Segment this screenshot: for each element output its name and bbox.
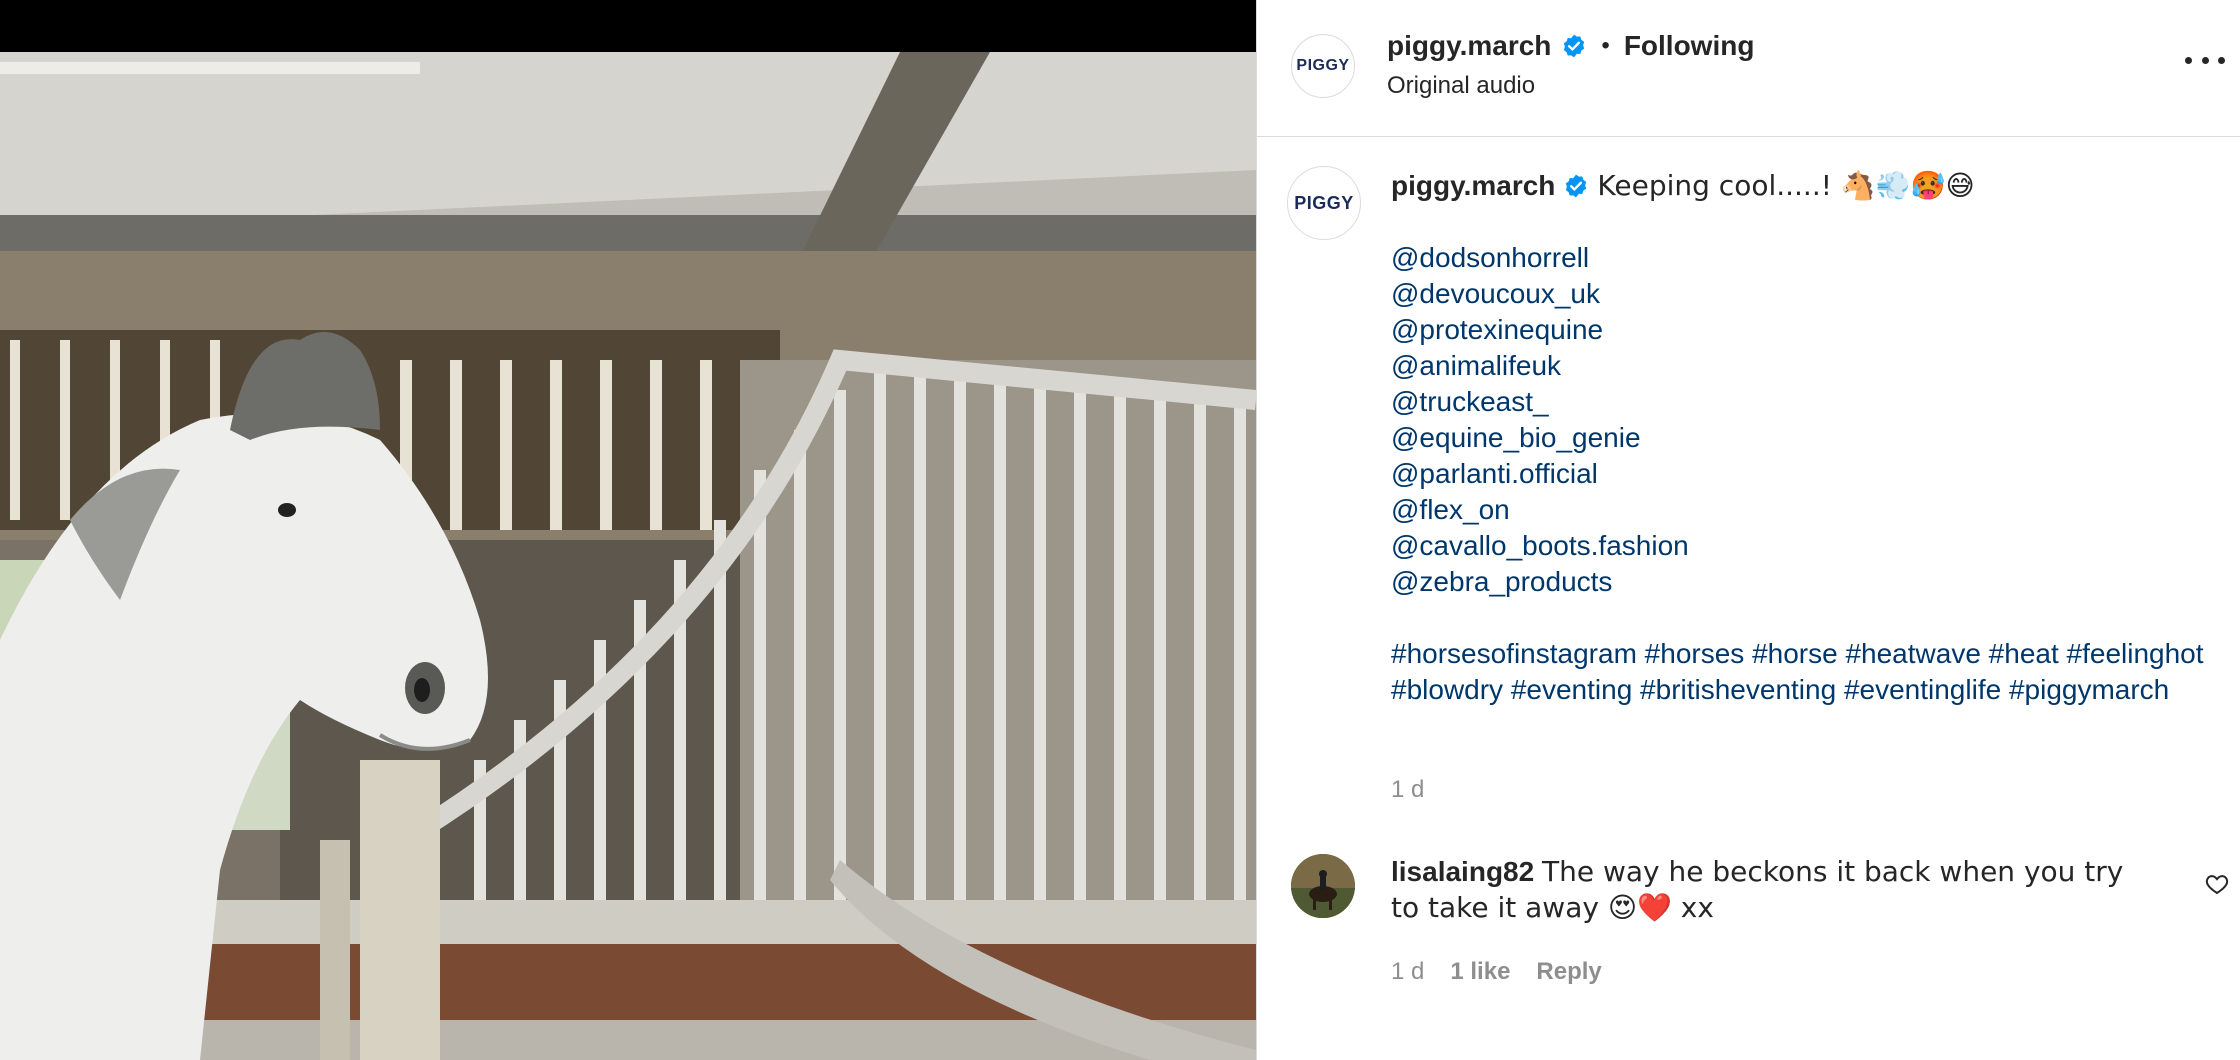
video-frame (0, 0, 1256, 1060)
mention-link[interactable]: @protexinequine (1391, 312, 2211, 348)
commenter-username[interactable]: lisalaing82 (1391, 856, 1534, 887)
following-button[interactable]: Following (1624, 30, 1755, 62)
mention-link[interactable]: @cavallo_boots.fashion (1391, 528, 2211, 564)
reply-button[interactable]: Reply (1536, 958, 1601, 986)
comment-meta: 1 d 1 like Reply (1391, 958, 1602, 986)
caption-text: Keeping cool.....! 🐴💨🥵😅 (1597, 169, 1975, 202)
post-header: PIGGY piggy.march • Following Original a… (1257, 0, 2240, 137)
verified-badge-icon (1566, 174, 1587, 198)
piggy-logo: PIGGY (1294, 192, 1354, 213)
commenter-photo (1291, 854, 1355, 918)
post-timestamp[interactable]: 1 d (1391, 776, 1424, 804)
mention-link[interactable]: @truckeast_ (1391, 384, 2211, 420)
mentions-list: @dodsonhorrell @devoucoux_uk @protexineq… (1391, 240, 2211, 600)
mention-link[interactable]: @parlanti.official (1391, 456, 2211, 492)
original-audio-link[interactable]: Original audio (1387, 72, 1535, 100)
mention-link[interactable]: @flex_on (1391, 492, 2211, 528)
caption-author-avatar[interactable]: PIGGY (1287, 166, 1361, 240)
hashtags[interactable]: #horsesofinstagram #horses #horse #heatw… (1391, 636, 2211, 708)
caption-first-line: piggy.march Keeping cool.....! 🐴💨🥵😅 (1391, 168, 2211, 204)
mention-link[interactable]: @dodsonhorrell (1391, 240, 2211, 276)
reel-video[interactable] (0, 0, 1256, 1060)
author-username[interactable]: piggy.march (1387, 30, 1551, 62)
mention-link[interactable]: @devoucoux_uk (1391, 276, 2211, 312)
more-options-icon[interactable] (2185, 50, 2225, 70)
post-caption: piggy.march Keeping cool.....! 🐴💨🥵😅 @dod… (1391, 168, 2211, 708)
caption-username[interactable]: piggy.march (1391, 170, 1555, 201)
verified-badge-icon (1564, 34, 1585, 58)
commenter-avatar[interactable] (1291, 854, 1355, 918)
mention-link[interactable]: @zebra_products (1391, 564, 2211, 600)
comment-timestamp[interactable]: 1 d (1391, 958, 1424, 986)
heart-icon[interactable] (2205, 872, 2229, 896)
comment-likes[interactable]: 1 like (1450, 958, 1510, 986)
mention-link[interactable]: @animalifeuk (1391, 348, 2211, 384)
post-side-panel: PIGGY piggy.march • Following Original a… (1256, 0, 2240, 1060)
comment-item: lisalaing82 The way he beckons it back w… (1391, 854, 2151, 926)
separator-dot: • (1601, 32, 1610, 59)
mention-link[interactable]: @equine_bio_genie (1391, 420, 2211, 456)
piggy-logo: PIGGY (1296, 57, 1350, 74)
author-avatar[interactable]: PIGGY (1291, 34, 1355, 98)
header-user-row: piggy.march • Following (1387, 30, 1754, 62)
